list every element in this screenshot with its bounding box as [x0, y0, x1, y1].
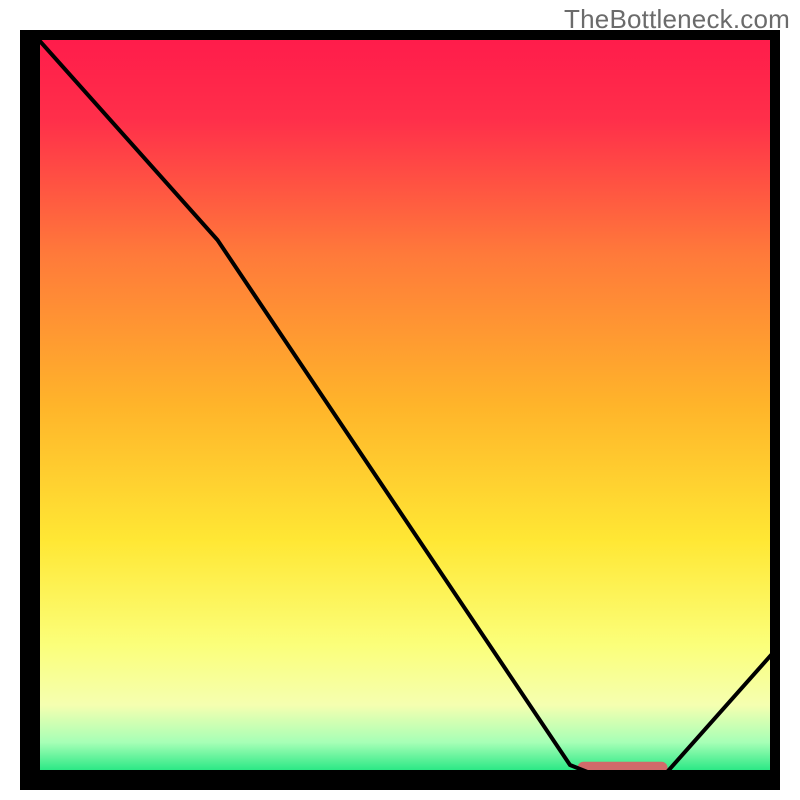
chart-svg — [20, 30, 780, 790]
chart-area — [20, 30, 780, 790]
gradient-rect — [30, 30, 780, 780]
watermark-text: TheBottleneck.com — [564, 4, 790, 35]
